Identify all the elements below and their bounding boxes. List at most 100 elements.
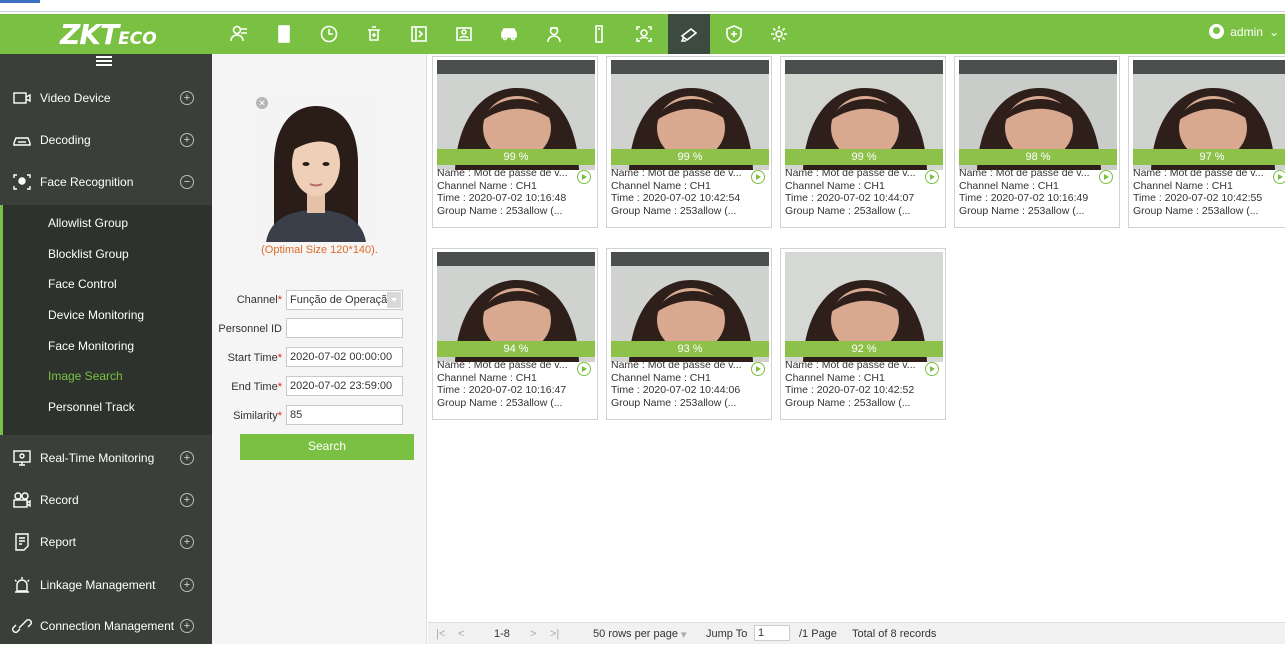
- module-face[interactable]: [623, 14, 665, 54]
- guard-icon: [547, 26, 561, 43]
- sidebar-item-label: Report: [40, 535, 77, 549]
- channel-select[interactable]: Função de Operação: [286, 290, 403, 310]
- rows-per-page-select[interactable]: 50 rows per page: [593, 628, 678, 640]
- module-system[interactable]: [758, 14, 800, 54]
- capture-info: Name : Mot de passe de v... Channel Name …: [785, 359, 915, 409]
- module-video[interactable]: [668, 14, 710, 54]
- query-photo[interactable]: ✕: [252, 94, 380, 242]
- sidebar-item-record[interactable]: Record +: [0, 480, 212, 520]
- sidebar-item-device-monitoring[interactable]: Device Monitoring: [48, 308, 144, 322]
- prev-page-button[interactable]: <: [458, 628, 464, 640]
- sidebar-item-allowlist-group[interactable]: Allowlist Group: [48, 216, 128, 230]
- jump-to-input[interactable]: 1: [754, 625, 790, 641]
- expand-icon[interactable]: +: [180, 133, 194, 147]
- sidebar-item-label: Video Device: [40, 91, 111, 105]
- hotel-icon: [411, 26, 427, 42]
- play-icon[interactable]: [751, 362, 765, 376]
- capture-info: Name : Mot de passe de v... Channel Name …: [1133, 167, 1263, 217]
- module-elevator[interactable]: [353, 14, 395, 54]
- page-count: /1 Page: [799, 628, 837, 640]
- end-time-input[interactable]: 2020-07-02 23:59:00: [286, 376, 403, 396]
- module-device[interactable]: [578, 14, 620, 54]
- personnel-id-input[interactable]: [286, 318, 403, 338]
- play-icon[interactable]: [577, 170, 591, 184]
- start-time-input[interactable]: 2020-07-02 00:00:00: [286, 347, 403, 367]
- similarity-badge: 98 %: [959, 149, 1117, 165]
- expand-icon[interactable]: +: [180, 451, 194, 465]
- page-range: 1-8: [494, 628, 510, 640]
- module-reception[interactable]: [443, 14, 485, 54]
- result-card[interactable]: 92 % Name : Mot de passe de v... Channel …: [780, 248, 946, 420]
- similarity-badge: 99 %: [785, 149, 943, 165]
- play-icon[interactable]: [577, 362, 591, 376]
- module-time[interactable]: [308, 14, 350, 54]
- module-personnel[interactable]: [218, 14, 260, 54]
- record-icon: [12, 491, 32, 509]
- sidebar-item-face-control[interactable]: Face Control: [48, 277, 117, 291]
- remove-photo-icon[interactable]: ✕: [256, 97, 268, 109]
- first-page-button[interactable]: |<: [436, 628, 445, 640]
- result-card[interactable]: 93 % Name : Mot de passe de v... Channel …: [606, 248, 772, 420]
- door-icon: [278, 25, 290, 43]
- sidebar-item-real-time-monitoring[interactable]: Real-Time Monitoring +: [0, 438, 212, 478]
- top-bar: ZKTECO admin ⌄: [0, 14, 1285, 54]
- play-icon[interactable]: [1273, 170, 1285, 184]
- result-card[interactable]: 99 % Name : Mot de passe de v... Channel …: [432, 56, 598, 228]
- start-time-label: Start Time*: [227, 352, 282, 364]
- play-icon[interactable]: [925, 170, 939, 184]
- face-photo-image: [252, 94, 380, 242]
- expand-icon[interactable]: +: [180, 493, 194, 507]
- collapse-icon[interactable]: −: [180, 175, 194, 189]
- similarity-input[interactable]: 85: [286, 405, 403, 425]
- chevron-down-icon: ⌄: [1268, 24, 1279, 39]
- car-icon: [501, 28, 517, 41]
- sidebar-item-report[interactable]: Report +: [0, 522, 212, 562]
- expand-icon[interactable]: +: [180, 619, 194, 633]
- chevron-down-icon[interactable]: [387, 292, 401, 308]
- sidebar-item-personnel-track[interactable]: Personnel Track: [48, 400, 135, 414]
- next-page-button[interactable]: >: [530, 628, 536, 640]
- personnel-icon: [230, 25, 247, 42]
- sidebar-item-face-recognition[interactable]: Face Recognition −: [0, 162, 212, 202]
- sidebar-item-decoding[interactable]: Decoding +: [0, 120, 212, 160]
- camera-icon: [680, 27, 698, 42]
- expand-icon[interactable]: +: [180, 535, 194, 549]
- capture-info: Name : Mot de passe de v... Channel Name …: [959, 167, 1089, 217]
- play-icon[interactable]: [1099, 170, 1113, 184]
- sidebar-item-video-device[interactable]: Video Device +: [0, 78, 212, 118]
- shield-plus-icon: [726, 25, 742, 43]
- sidebar-item-blocklist-group[interactable]: Blocklist Group: [48, 247, 129, 261]
- linkage-icon: [12, 576, 32, 594]
- face-scan-icon: [636, 26, 652, 42]
- result-card[interactable]: 97 % Name : Mot de passe de v... Channel …: [1128, 56, 1285, 228]
- sidebar-item-image-search[interactable]: Image Search: [48, 369, 123, 383]
- play-icon[interactable]: [751, 170, 765, 184]
- sidebar-item-face-monitoring[interactable]: Face Monitoring: [48, 339, 134, 353]
- result-card[interactable]: 98 % Name : Mot de passe de v... Channel …: [954, 56, 1120, 228]
- user-menu[interactable]: admin ⌄: [1209, 24, 1279, 39]
- last-page-button[interactable]: >|: [550, 628, 559, 640]
- module-patrol[interactable]: [533, 14, 575, 54]
- channel-label: Channel*: [236, 294, 282, 306]
- module-intrusion[interactable]: [713, 14, 755, 54]
- module-hotel[interactable]: [398, 14, 440, 54]
- sidebar: Video Device + Decoding + Face Recogniti…: [0, 54, 212, 644]
- module-door[interactable]: [263, 14, 305, 54]
- expand-icon[interactable]: +: [180, 91, 194, 105]
- chevron-down-icon[interactable]: ▾: [681, 628, 687, 641]
- sidebar-item-linkage-management[interactable]: Linkage Management +: [0, 565, 212, 605]
- jump-to-label: Jump To: [706, 628, 748, 640]
- sidebar-collapse-icon[interactable]: [96, 56, 112, 70]
- expand-icon[interactable]: +: [180, 578, 194, 592]
- sidebar-item-label: Linkage Management: [40, 578, 156, 592]
- play-icon[interactable]: [925, 362, 939, 376]
- result-card[interactable]: 99 % Name : Mot de passe de v... Channel …: [780, 56, 946, 228]
- zkteco-logo: ZKTECO: [60, 18, 157, 51]
- result-card[interactable]: 99 % Name : Mot de passe de v... Channel …: [606, 56, 772, 228]
- sidebar-item-connection-management[interactable]: Connection Management +: [0, 606, 212, 646]
- search-button[interactable]: Search: [240, 434, 414, 460]
- result-card[interactable]: 94 % Name : Mot de passe de v... Channel …: [432, 248, 598, 420]
- settings-icon: [771, 26, 787, 42]
- module-parking[interactable]: [488, 14, 530, 54]
- face-recognition-submenu: Allowlist Group Blocklist Group Face Con…: [0, 205, 212, 435]
